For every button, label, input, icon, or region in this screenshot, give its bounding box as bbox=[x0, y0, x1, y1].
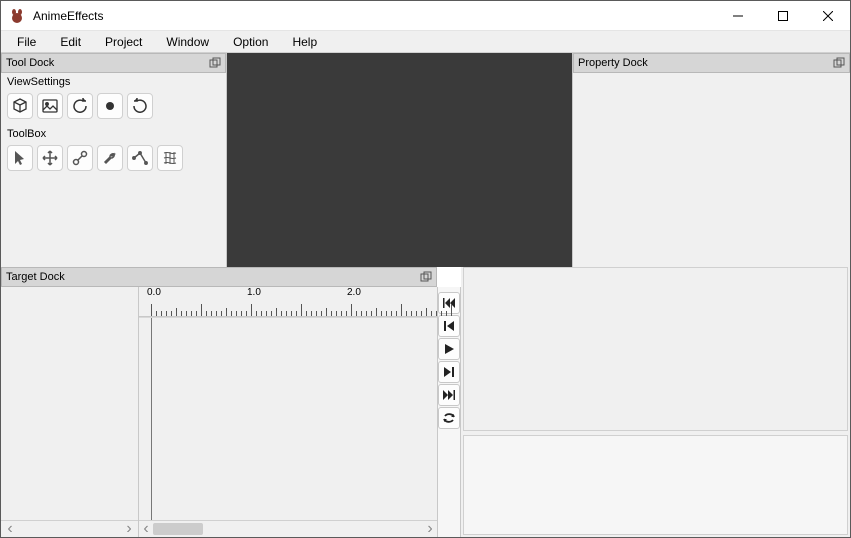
menu-file[interactable]: File bbox=[5, 33, 48, 51]
property-dock: Property Dock bbox=[572, 53, 850, 267]
record-button[interactable] bbox=[97, 93, 123, 119]
titlebar: AnimeEffects bbox=[1, 1, 850, 31]
property-area-bottom bbox=[463, 435, 848, 535]
tool-dock: Tool Dock ViewSettings ToolBox bbox=[1, 53, 227, 267]
float-icon[interactable] bbox=[420, 271, 432, 283]
cube-view-button[interactable] bbox=[7, 93, 33, 119]
toolbox-label: ToolBox bbox=[1, 125, 226, 143]
view-settings-label: ViewSettings bbox=[1, 73, 226, 91]
tree-hscroll[interactable]: ‹ › bbox=[1, 520, 138, 537]
property-body bbox=[573, 73, 850, 267]
menu-edit[interactable]: Edit bbox=[48, 33, 93, 51]
ruler-label-0: 0.0 bbox=[147, 287, 161, 298]
property-dock-header: Property Dock bbox=[573, 53, 850, 73]
menu-option[interactable]: Option bbox=[221, 33, 280, 51]
scroll-right-icon[interactable]: › bbox=[423, 520, 437, 538]
target-dock: Target Dock ‹ › 0.0 1.0 2.0 bbox=[1, 267, 461, 537]
property-area-top bbox=[463, 267, 848, 431]
menubar: File Edit Project Window Option Help bbox=[1, 31, 850, 53]
scroll-left-icon[interactable]: ‹ bbox=[139, 520, 153, 538]
window-controls bbox=[715, 1, 850, 31]
image-view-button[interactable] bbox=[37, 93, 63, 119]
timeline-ruler[interactable]: 0.0 1.0 2.0 bbox=[139, 287, 437, 317]
tree-content[interactable] bbox=[1, 287, 138, 520]
mesh-tool-button[interactable] bbox=[157, 145, 183, 171]
app-icon bbox=[9, 8, 25, 24]
target-dock-title: Target Dock bbox=[6, 271, 65, 283]
playhead[interactable] bbox=[151, 318, 152, 520]
scroll-right-icon[interactable]: › bbox=[122, 522, 136, 536]
tool-dock-header: Tool Dock bbox=[1, 53, 226, 73]
tool-dock-title: Tool Dock bbox=[6, 57, 54, 69]
float-icon[interactable] bbox=[209, 57, 221, 69]
rotate-right-button[interactable] bbox=[127, 93, 153, 119]
minimize-button[interactable] bbox=[715, 1, 760, 31]
menu-help[interactable]: Help bbox=[280, 33, 329, 51]
menu-project[interactable]: Project bbox=[93, 33, 154, 51]
pose-tool-button[interactable] bbox=[127, 145, 153, 171]
close-button[interactable] bbox=[805, 1, 850, 31]
ruler-label-1: 1.0 bbox=[247, 287, 261, 298]
bone-tool-button[interactable] bbox=[67, 145, 93, 171]
menu-window[interactable]: Window bbox=[154, 33, 221, 51]
play-button[interactable] bbox=[438, 338, 460, 360]
step-back-button[interactable] bbox=[438, 315, 460, 337]
move-tool-button[interactable] bbox=[37, 145, 63, 171]
ruler-label-2: 2.0 bbox=[347, 287, 361, 298]
canvas[interactable] bbox=[227, 53, 572, 267]
maximize-button[interactable] bbox=[760, 1, 805, 31]
playback-controls bbox=[437, 287, 461, 537]
cursor-tool-button[interactable] bbox=[7, 145, 33, 171]
rotate-left-button[interactable] bbox=[67, 93, 93, 119]
wrench-tool-button[interactable] bbox=[97, 145, 123, 171]
app-title: AnimeEffects bbox=[33, 9, 715, 23]
step-forward-button[interactable] bbox=[438, 361, 460, 383]
fast-forward-end-button[interactable] bbox=[438, 384, 460, 406]
right-lower-panel bbox=[461, 267, 850, 537]
property-dock-title: Property Dock bbox=[578, 57, 648, 69]
view-settings-row bbox=[1, 91, 226, 125]
target-dock-header: Target Dock bbox=[1, 267, 437, 287]
timeline-hscroll[interactable]: ‹ › bbox=[139, 520, 437, 537]
timeline-body[interactable] bbox=[139, 317, 437, 520]
toolbox-row bbox=[1, 143, 226, 177]
tree-panel: ‹ › bbox=[1, 287, 139, 537]
scroll-thumb[interactable] bbox=[153, 523, 203, 535]
ruler-ticks bbox=[139, 302, 437, 316]
float-icon[interactable] bbox=[833, 57, 845, 69]
timeline-panel: 0.0 1.0 2.0 ‹ › bbox=[139, 287, 437, 537]
scroll-left-icon[interactable]: ‹ bbox=[3, 522, 17, 536]
loop-button[interactable] bbox=[438, 407, 460, 429]
